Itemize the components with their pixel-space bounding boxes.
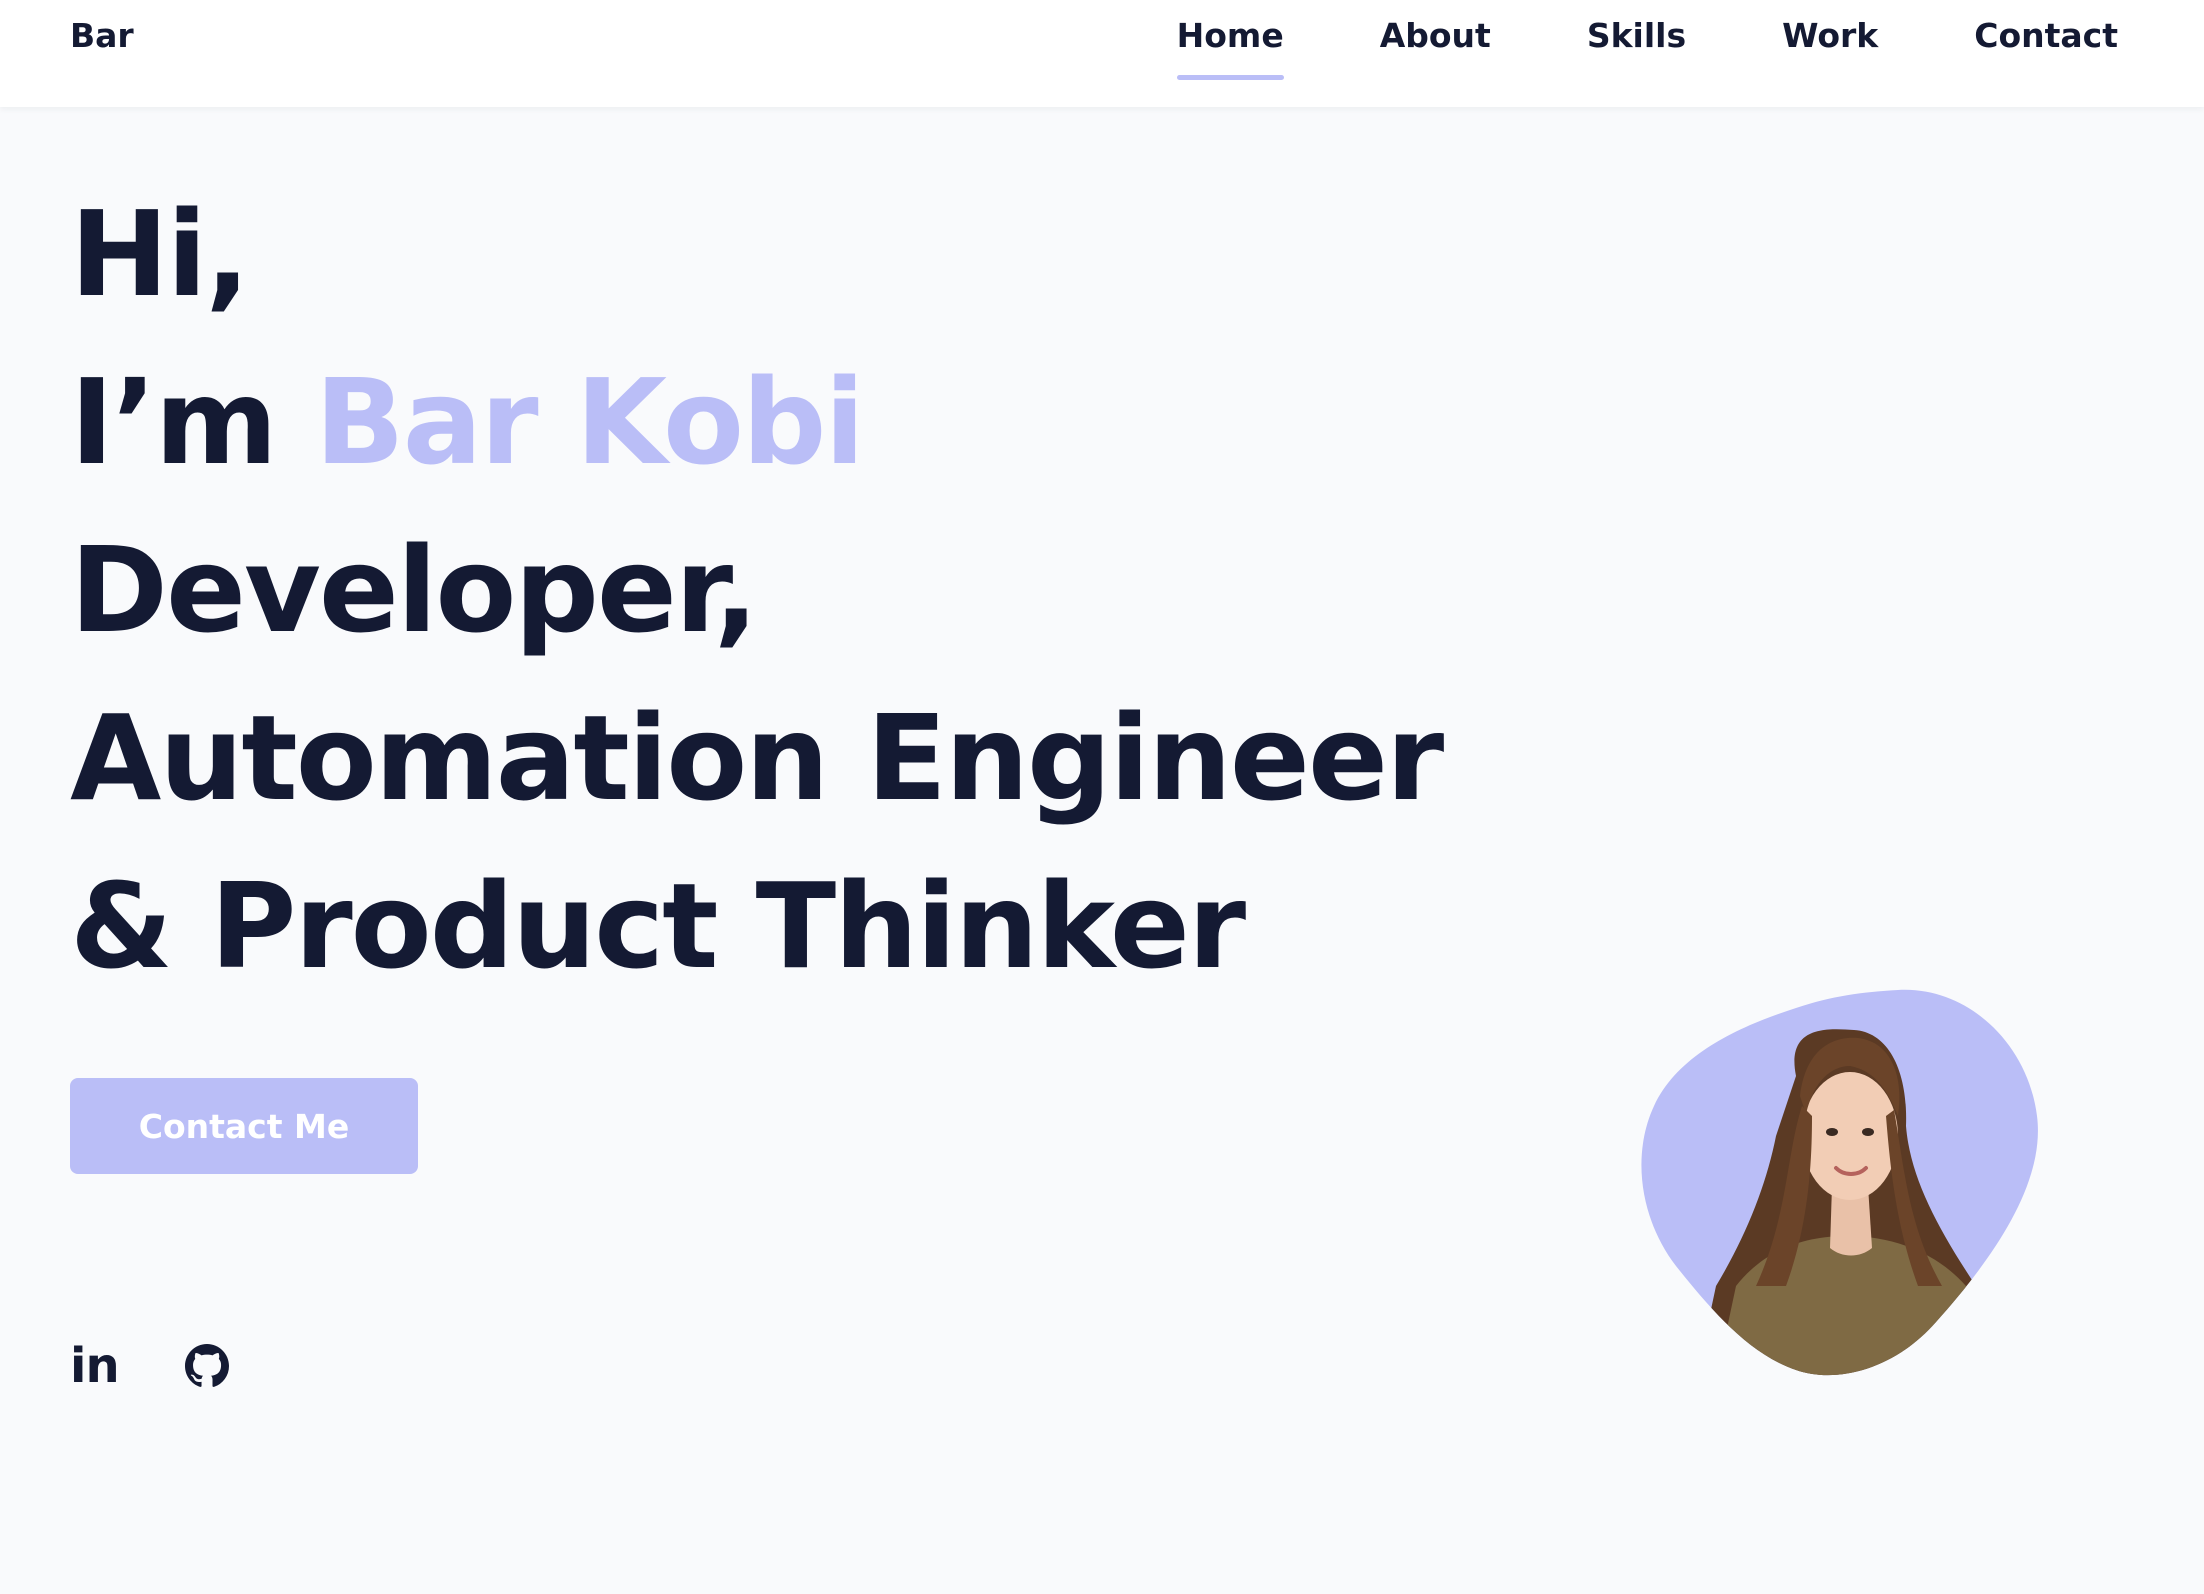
github-icon xyxy=(184,1344,229,1387)
hero-heading: Hi, I’m Bar Kobi Developer, Automation E… xyxy=(70,170,1444,1010)
nav-contact[interactable]: Contact xyxy=(1974,16,2118,55)
profile-photo xyxy=(1641,989,2038,1376)
hero-intro-line: I’m Bar Kobi xyxy=(70,338,1442,506)
hero-role-2: Automation Engineer xyxy=(70,689,1444,827)
main-nav: Home About Skills Work Contact xyxy=(1081,16,2118,80)
nav-skills[interactable]: Skills xyxy=(1587,16,1686,55)
social-links: in xyxy=(70,1338,229,1394)
hero-role-1: Developer, xyxy=(70,521,759,659)
hero-intro: I’m xyxy=(70,353,278,491)
nav-work[interactable]: Work xyxy=(1782,16,1878,55)
hero-greeting: Hi, xyxy=(70,185,250,323)
github-link[interactable] xyxy=(184,1344,229,1388)
hero-role-3: & Product Thinker xyxy=(70,857,1246,995)
hero-name: Bar Kobi xyxy=(314,353,865,491)
contact-me-button[interactable]: Contact Me xyxy=(70,1078,418,1174)
nav-about[interactable]: About xyxy=(1380,16,1491,55)
linkedin-link[interactable]: in xyxy=(70,1338,120,1394)
site-header: Bar Home About Skills Work Contact xyxy=(0,0,2204,107)
nav-home[interactable]: Home xyxy=(1176,16,1284,80)
linkedin-icon: in xyxy=(70,1338,120,1394)
site-logo[interactable]: Bar xyxy=(70,16,134,55)
